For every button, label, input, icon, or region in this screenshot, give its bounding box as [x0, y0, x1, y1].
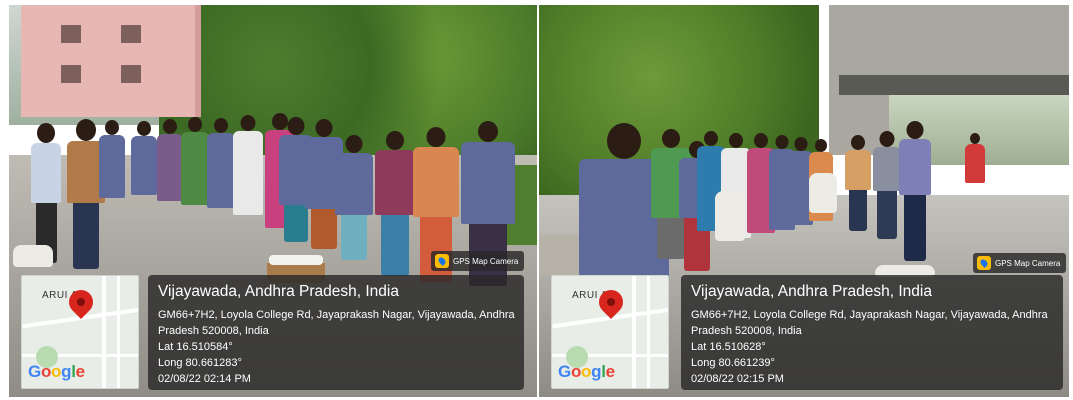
- location-title: Vijayawada, Andhra Pradesh, India: [158, 283, 399, 300]
- gps-camera-badge: GPS Map Camera: [973, 253, 1067, 273]
- person: [157, 119, 183, 201]
- gps-camera-label: GPS Map Camera: [453, 256, 519, 266]
- person: [335, 135, 373, 260]
- person: [31, 123, 61, 263]
- person: [845, 135, 871, 231]
- google-logo: Google: [28, 362, 85, 381]
- photo-right: GPS Map Camera ARUI AR Google Vijayawada…: [539, 5, 1069, 397]
- latitude: Lat 16.510628°: [691, 341, 766, 353]
- datetime: 02/08/22 02:14 PM: [158, 373, 251, 385]
- location-info-box: Vijayawada, Andhra Pradesh, India GM66+7…: [148, 275, 524, 390]
- building: [21, 5, 201, 117]
- photo-left: GPS Map Camera ARUI AR Google Vijayawada…: [9, 5, 537, 397]
- google-logo: Google: [558, 362, 615, 381]
- person: [131, 121, 157, 195]
- map-thumbnail: ARUI AR Google: [21, 275, 139, 389]
- bag: [715, 191, 745, 241]
- location-info-box: Vijayawada, Andhra Pradesh, India GM66+7…: [681, 275, 1063, 390]
- gps-camera-badge: GPS Map Camera: [431, 251, 525, 271]
- bag: [809, 173, 837, 213]
- location-title: Vijayawada, Andhra Pradesh, India: [691, 283, 932, 300]
- person: [965, 133, 985, 183]
- person: [375, 131, 415, 276]
- address-line-1: GM66+7H2, Loyola College Rd, Jayaprakash…: [158, 309, 515, 321]
- person: [99, 120, 125, 198]
- map-thumbnail: ARUI AR Google: [551, 275, 669, 389]
- person: [181, 117, 209, 205]
- person: [207, 118, 235, 208]
- person: [873, 131, 901, 239]
- address-line-2: Pradesh 520008, India: [158, 325, 269, 337]
- longitude: Long 80.661283°: [158, 357, 242, 369]
- person: [233, 115, 263, 215]
- person: [899, 121, 931, 261]
- longitude: Long 80.661239°: [691, 357, 775, 369]
- gps-camera-icon: [435, 254, 449, 268]
- datetime: 02/08/22 02:15 PM: [691, 373, 784, 385]
- gps-camera-icon: [977, 256, 991, 270]
- latitude: Lat 16.510584°: [158, 341, 233, 353]
- bag: [13, 245, 53, 267]
- address-line-2: Pradesh 520008, India: [691, 325, 802, 337]
- gps-camera-label: GPS Map Camera: [995, 258, 1061, 268]
- address-line-1: GM66+7H2, Loyola College Rd, Jayaprakash…: [691, 309, 1048, 321]
